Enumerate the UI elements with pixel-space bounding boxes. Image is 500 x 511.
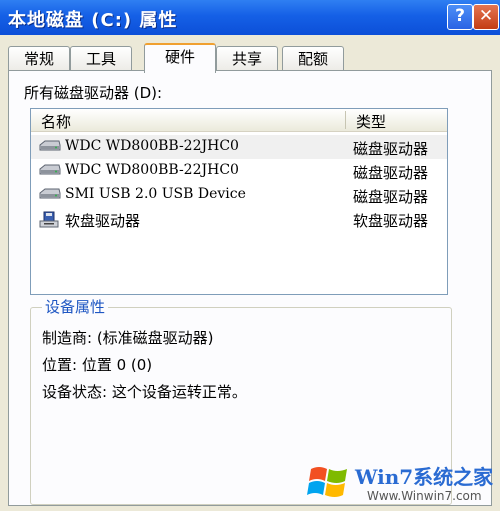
drive-name: SMI USB 2.0 USB Device — [65, 186, 246, 202]
properties-dialog: 常规 工具 硬件 共享 配额 所有磁盘驱动器 (D): 名称 类型 WDC WD… — [0, 35, 500, 511]
drive-type: 磁盘驱动器 — [353, 188, 429, 206]
hard-disk-icon — [39, 163, 61, 181]
windows-logo-icon — [307, 459, 351, 507]
column-divider[interactable] — [345, 111, 346, 129]
title-bar: 本地磁盘 (C:) 属性 ? ✕ — [0, 0, 500, 35]
drive-type: 软盘驱动器 — [353, 212, 429, 230]
tab-quota[interactable]: 配额 — [282, 46, 344, 71]
drives-list-label: 所有磁盘驱动器 (D): — [24, 84, 163, 102]
manufacturer-text: 制造商: (标准磁盘驱动器) — [42, 329, 214, 347]
tab-general[interactable]: 常规 — [8, 46, 70, 71]
location-text: 位置: 位置 0 (0) — [42, 356, 153, 374]
watermark-url: Www.Winwin7.com — [367, 489, 482, 503]
drive-type: 磁盘驱动器 — [353, 140, 429, 158]
list-item[interactable]: WDC WD800BB-22JHC0 磁盘驱动器 — [31, 159, 447, 183]
list-header: 名称 类型 — [31, 109, 447, 132]
drive-name: WDC WD800BB-22JHC0 — [65, 138, 239, 154]
close-button[interactable]: ✕ — [473, 4, 499, 30]
device-status-text: 设备状态: 这个设备运转正常。 — [42, 383, 247, 401]
drive-type: 磁盘驱动器 — [353, 164, 429, 182]
watermark-brand: Win7系统之家 — [355, 465, 494, 489]
tab-hardware[interactable]: 硬件 — [144, 43, 216, 73]
tab-tools[interactable]: 工具 — [70, 46, 132, 71]
hard-disk-icon — [39, 187, 61, 205]
drive-name: 软盘驱动器 — [65, 212, 141, 230]
device-properties-title: 设备属性 — [42, 296, 109, 317]
watermark: Win7系统之家 Www.Winwin7.com — [303, 455, 498, 509]
drive-name: WDC WD800BB-22JHC0 — [65, 162, 239, 178]
list-item[interactable]: 软盘驱动器 软盘驱动器 — [31, 207, 447, 231]
list-item[interactable]: WDC WD800BB-22JHC0 磁盘驱动器 — [31, 135, 447, 159]
floppy-drive-icon — [39, 211, 59, 233]
tab-sharing[interactable]: 共享 — [216, 46, 278, 71]
column-header-type[interactable]: 类型 — [356, 111, 386, 132]
list-item[interactable]: SMI USB 2.0 USB Device 磁盘驱动器 — [31, 183, 447, 207]
help-button[interactable]: ? — [447, 4, 473, 30]
window-title: 本地磁盘 (C:) 属性 — [8, 10, 178, 31]
hard-disk-icon — [39, 139, 61, 157]
column-header-name[interactable]: 名称 — [41, 111, 71, 132]
drives-list[interactable]: 名称 类型 WDC WD800BB-22JHC0 磁盘驱动器 WDC WD800… — [30, 108, 448, 295]
